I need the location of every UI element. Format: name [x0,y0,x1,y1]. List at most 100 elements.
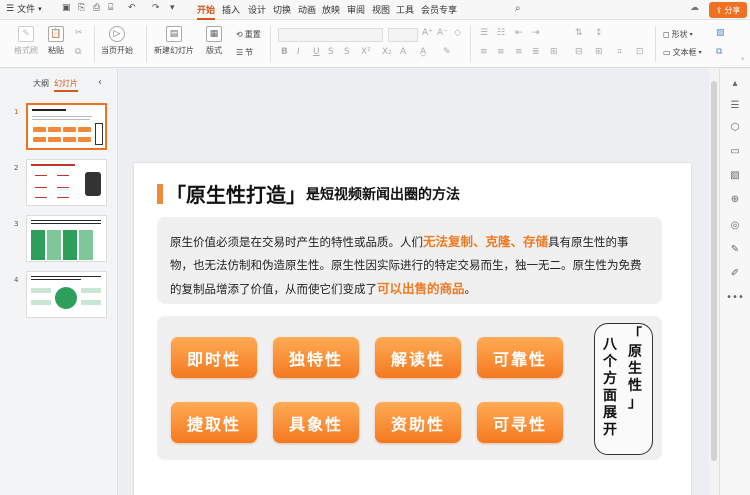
underline-icon[interactable]: U [313,47,320,57]
feature-pill[interactable]: 解读性 [375,337,461,378]
highlight-icon[interactable]: ✎ [443,47,451,57]
text-effect-icon[interactable]: ⊡ [636,47,644,57]
tab-slides[interactable]: 幻灯片 [54,78,78,92]
tab-design[interactable]: 设计 [248,3,266,16]
scrollbar-thumb[interactable] [711,81,717,461]
redo-icon[interactable]: ↷ [152,3,160,13]
tab-review[interactable]: 审阅 [347,3,365,16]
share-label: 分享 [724,5,741,15]
increase-font-icon[interactable]: A⁺ [422,28,433,38]
ribbon-scroll-icon[interactable]: › [741,54,744,63]
bold-icon[interactable]: B [281,47,288,57]
feature-pill[interactable]: 独特性 [273,337,359,378]
paste-button[interactable]: 📋 粘贴 [48,26,64,56]
shadow-icon[interactable]: S [344,47,350,57]
indent-increase-icon[interactable]: ⇥ [532,28,540,38]
slide-thumbnail-2[interactable] [26,159,107,206]
indent-decrease-icon[interactable]: ⇤ [515,28,523,38]
tab-slideshow[interactable]: 放映 [322,3,340,16]
format-painter-button[interactable]: ✎ 格式刷 [14,26,38,56]
image-icon[interactable]: ▨ [729,169,741,181]
text-direction-icon[interactable]: ⇅ [575,28,583,38]
tab-view[interactable]: 视图 [372,3,390,16]
justify-icon[interactable]: ≣ [532,47,540,57]
edit-icon[interactable]: ✎ [729,243,741,255]
slide-title[interactable]: 「原生性打造」 [166,179,306,208]
side-caption-card[interactable]: 八个方面展开 「原生性」 [594,323,653,455]
feature-pill[interactable]: 捷取性 [171,402,257,443]
slide-subtitle[interactable]: 是短视频新闻出圈的方法 [306,184,460,204]
slide-thumbnail-4[interactable] [26,271,107,318]
slide-thumbnail-3[interactable] [26,215,107,262]
char-spacing-icon[interactable]: A̲ [420,47,426,57]
slide[interactable]: 「原生性打造」 是短视频新闻出圈的方法 原生价值必须是在交易时产生的特性或品质。… [134,163,691,495]
picture-icon[interactable]: ▨ [716,28,725,38]
cut-icon[interactable]: ✂ [75,28,83,38]
bullet-list-icon[interactable]: ☰ [480,28,488,38]
number-list-icon[interactable]: ☷ [497,28,505,38]
cloud-icon[interactable]: ☁ [690,3,699,13]
reset-button[interactable]: ⟲ 重置 [236,29,261,40]
description-box[interactable]: 原生价值必须是在交易时产生的特性或品质。人们无法复制、克隆、存储具有原生性的事物… [157,217,662,304]
share-button[interactable]: ⇪ 分享 [709,2,747,18]
file-menu[interactable]: ☰ 文件 ▾ [6,2,42,16]
save-icon[interactable]: ▣ [62,3,71,13]
more-icon[interactable]: ••• [726,291,744,303]
convert-smartart-icon[interactable]: ⌗ [617,47,622,57]
description-highlight: 可以出售的商品 [377,281,465,296]
font-color-icon[interactable]: A [400,47,406,57]
shape-icon[interactable]: ⬡ [729,121,741,133]
play-from-current-button[interactable]: ▷ 当页开始 [101,26,133,56]
slide-thumbnail-1[interactable] [26,103,107,150]
feature-pill[interactable]: 即时性 [171,337,257,378]
font-family-select[interactable] [278,28,383,42]
strikethrough-icon[interactable]: S [328,47,334,57]
more-icon[interactable]: ▾ [170,3,175,13]
superscript-icon[interactable]: X² [361,47,371,57]
line-spacing-icon[interactable]: ↕ [595,28,603,38]
align-left-icon[interactable]: ≡ [480,47,488,57]
undo-icon[interactable]: ↶ [128,3,136,13]
align-right-icon[interactable]: ≡ [515,47,523,57]
animation-icon[interactable]: ◎ [729,219,741,231]
section-button[interactable]: ☰ 节 [236,47,253,58]
new-slide-button[interactable]: ▤ 新建幻灯片 [154,26,194,56]
clear-format-icon[interactable]: ◇ [454,28,461,38]
print-preview-icon[interactable]: ⌸ [108,3,113,13]
feature-pill[interactable]: 具象性 [273,402,359,443]
properties-icon[interactable]: ☰ [729,99,741,111]
feature-pill[interactable]: 资助性 [375,402,461,443]
arrow-up-icon[interactable]: ▴ [729,77,741,89]
columns-icon[interactable]: ⊞ [595,47,603,57]
print-icon[interactable]: ⎙ [93,3,100,13]
export-icon[interactable]: ⎘ [78,3,85,13]
vertical-scrollbar[interactable] [709,69,719,495]
tab-member[interactable]: 会员专享 [421,3,457,16]
font-size-select[interactable] [388,28,418,42]
vertical-align-icon[interactable]: ⊟ [575,47,583,57]
align-center-icon[interactable]: ≡ [497,47,505,57]
tab-insert[interactable]: 插入 [222,3,240,16]
arrange-icon[interactable]: ⧉ [716,47,722,57]
distribute-icon[interactable]: ⊞ [550,47,558,57]
slide-number: 4 [14,276,19,284]
layout-button[interactable]: ▦ 版式 [206,26,222,56]
collapse-panel-icon[interactable]: ‹ [98,77,102,88]
italic-icon[interactable]: I [297,47,300,57]
subscript-icon[interactable]: X₂ [382,47,392,57]
tab-tools[interactable]: 工具 [396,3,414,16]
shape-button[interactable]: ◻ 形状 ▾ [663,29,693,40]
copy-icon[interactable]: ⧉ [75,47,81,57]
decrease-font-icon[interactable]: A⁻ [437,28,448,38]
textbox-button[interactable]: ▭ 文本框 ▾ [663,47,702,58]
search-icon[interactable]: ⌕ [515,3,521,14]
comment-icon[interactable]: ▭ [729,145,741,157]
feature-pill[interactable]: 可靠性 [477,337,563,378]
tab-outline[interactable]: 大纲 [33,78,49,89]
brush-icon[interactable]: ✐ [729,267,741,279]
tab-transition[interactable]: 切换 [273,3,291,16]
tab-animation[interactable]: 动画 [298,3,316,16]
translate-icon[interactable]: ⊕ [729,193,741,205]
feature-pill[interactable]: 可寻性 [477,402,563,443]
tab-home[interactable]: 开始 [197,3,216,20]
